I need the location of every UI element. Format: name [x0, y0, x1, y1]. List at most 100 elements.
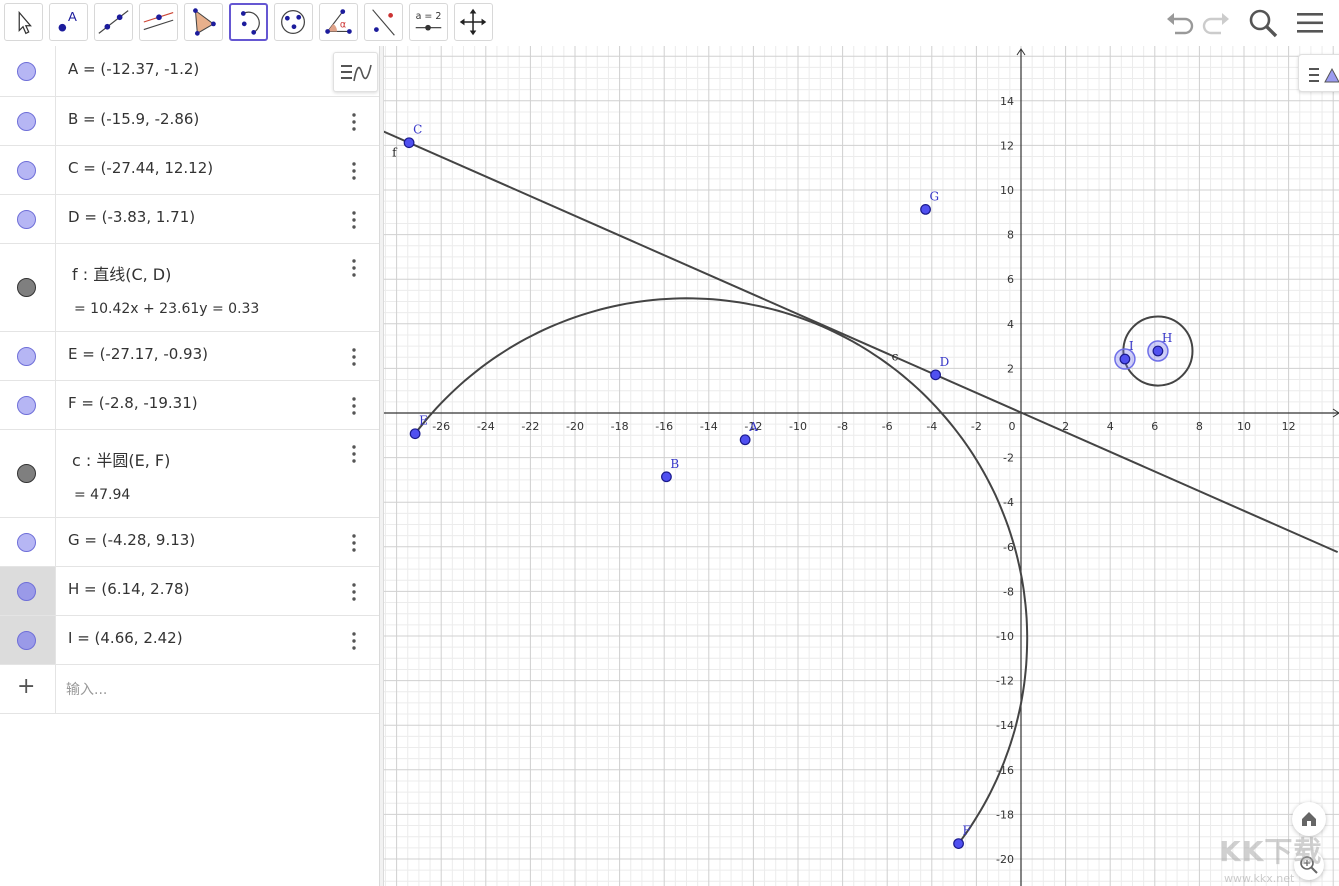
- arrow-cursor-icon: [18, 10, 32, 35]
- move-graphics-view-tool-button[interactable]: [454, 3, 493, 41]
- object-definition[interactable]: f : 直线(C, D): [72, 261, 171, 285]
- x-tick-label: -14: [700, 420, 718, 433]
- algebra-row-D[interactable]: D = (-3.83, 1.71): [0, 195, 379, 244]
- x-tick-label: -4: [926, 420, 937, 433]
- more-options-icon[interactable]: [346, 443, 362, 465]
- object-text[interactable]: A = (-12.37, -1.2): [68, 60, 199, 78]
- reflect-about-line-icon: [372, 9, 395, 36]
- y-tick-label: -12: [996, 675, 1014, 688]
- angle-icon: α: [325, 9, 352, 34]
- more-options-icon[interactable]: [346, 532, 362, 554]
- add-icon[interactable]: +: [17, 674, 35, 699]
- toolbar: A α a = 2: [0, 0, 1339, 46]
- algebra-row-C[interactable]: C = (-27.44, 12.12): [0, 146, 379, 195]
- point-tool-button[interactable]: A: [49, 3, 88, 41]
- more-options-icon[interactable]: [346, 209, 362, 231]
- circle-through-points-icon: [281, 10, 306, 34]
- undo-button[interactable]: [1162, 6, 1196, 40]
- object-text[interactable]: D = (-3.83, 1.71): [68, 208, 195, 226]
- y-tick-label: -18: [996, 808, 1014, 821]
- x-tick-label: -8: [837, 420, 848, 433]
- watermark-url: www.kkx.net: [1224, 872, 1295, 885]
- move-tool-button[interactable]: [4, 3, 43, 41]
- x-tick-label: 10: [1237, 420, 1251, 433]
- visibility-toggle[interactable]: [17, 396, 36, 415]
- point-C: [403, 137, 415, 149]
- perpendicular-line-tool-button[interactable]: [139, 3, 178, 41]
- search-button[interactable]: [1246, 6, 1280, 40]
- y-tick-label: -4: [1003, 496, 1014, 509]
- semicircle-tool-button[interactable]: [229, 3, 268, 41]
- y-tick-label: -8: [1003, 585, 1014, 598]
- algebra-row-f[interactable]: f : 直线(C, D) = 10.42x + 23.61y = 0.33: [0, 244, 379, 332]
- angle-tool-label: α: [340, 20, 346, 31]
- visibility-toggle[interactable]: [17, 347, 36, 366]
- object-text[interactable]: E = (-27.17, -0.93): [68, 345, 208, 363]
- slider-tool-button[interactable]: a = 2: [409, 3, 448, 41]
- angle-tool-button[interactable]: α: [319, 3, 358, 41]
- redo-button[interactable]: [1200, 6, 1234, 40]
- more-options-icon[interactable]: [346, 395, 362, 417]
- object-text[interactable]: I = (4.66, 2.42): [68, 629, 183, 647]
- object-text[interactable]: F = (-2.8, -19.31): [68, 394, 198, 412]
- algebra-row-A[interactable]: A = (-12.37, -1.2): [0, 46, 379, 97]
- visibility-toggle[interactable]: [17, 533, 36, 552]
- object-text[interactable]: C = (-27.44, 12.12): [68, 159, 213, 177]
- algebra-row-G[interactable]: G = (-4.28, 9.13): [0, 518, 379, 567]
- point-G: [920, 204, 931, 215]
- more-options-icon[interactable]: [346, 346, 362, 368]
- x-tick-label: -24: [477, 420, 495, 433]
- graphics-view[interactable]: -26 -24 -22 -20 -18 -16 -14 -12 -10 -8 -6 -4 -2 0 2 4 6 8…: [384, 46, 1339, 886]
- more-options-icon[interactable]: [346, 111, 362, 133]
- algebra-row-E[interactable]: E = (-27.17, -0.93): [0, 332, 379, 381]
- algebra-row-B[interactable]: B = (-15.9, -2.86): [0, 97, 379, 146]
- visibility-toggle[interactable]: [17, 631, 36, 650]
- algebra-row-I[interactable]: I = (4.66, 2.42): [0, 616, 379, 665]
- x-tick-label: -22: [521, 420, 539, 433]
- x-tick-label: 0: [1009, 420, 1016, 433]
- y-tick-label: 10: [1000, 184, 1014, 197]
- circle-tool-button[interactable]: [274, 3, 313, 41]
- visibility-toggle[interactable]: [17, 278, 36, 297]
- graphics-style-bar-toggle[interactable]: [1298, 54, 1339, 92]
- more-options-icon[interactable]: [346, 630, 362, 652]
- x-tick-label: -18: [611, 420, 629, 433]
- point-B: [661, 471, 672, 483]
- visibility-toggle[interactable]: [17, 582, 36, 601]
- x-tick-label: -10: [789, 420, 807, 433]
- object-value: = 47.94: [74, 487, 131, 503]
- visibility-toggle[interactable]: [17, 210, 36, 229]
- point-I: [1119, 353, 1131, 365]
- algebra-row-c[interactable]: c : 半圆(E, F) = 47.94: [0, 430, 379, 518]
- algebra-row-F[interactable]: F = (-2.8, -19.31): [0, 381, 379, 430]
- point-F-label: F: [963, 824, 971, 838]
- more-options-icon[interactable]: [346, 257, 362, 279]
- polygon-tool-button[interactable]: [184, 3, 223, 41]
- line-tool-button[interactable]: [94, 3, 133, 41]
- x-tick-label: -2: [971, 420, 982, 433]
- y-tick-label: 14: [1000, 95, 1014, 108]
- visibility-toggle[interactable]: [17, 112, 36, 131]
- algebra-row-H[interactable]: H = (6.14, 2.78): [0, 567, 379, 616]
- point-E-label: E: [419, 414, 428, 428]
- style-bar-icon: [341, 64, 372, 82]
- visibility-toggle[interactable]: [17, 62, 36, 81]
- redo-icon: [1202, 13, 1229, 35]
- algebra-input-row[interactable]: + 输入...: [0, 665, 379, 714]
- more-options-icon[interactable]: [346, 581, 362, 603]
- visibility-toggle[interactable]: [17, 161, 36, 180]
- algebra-style-bar-toggle[interactable]: [333, 52, 378, 92]
- algebra-input[interactable]: 输入...: [66, 679, 107, 699]
- more-options-icon[interactable]: [346, 160, 362, 182]
- object-text[interactable]: H = (6.14, 2.78): [68, 580, 189, 598]
- object-text[interactable]: G = (-4.28, 9.13): [68, 531, 195, 549]
- visibility-toggle[interactable]: [17, 464, 36, 483]
- object-text[interactable]: B = (-15.9, -2.86): [68, 110, 199, 128]
- object-definition[interactable]: c : 半圆(E, F): [72, 447, 170, 471]
- graphics-canvas[interactable]: -26 -24 -22 -20 -18 -16 -14 -12 -10 -8 -6 -4 -2 0 2 4 6 8…: [384, 46, 1339, 886]
- y-tick-label: 4: [1007, 318, 1014, 331]
- main-menu-button[interactable]: [1293, 6, 1327, 40]
- reflect-tool-button[interactable]: [364, 3, 403, 41]
- x-tick-label: -6: [882, 420, 893, 433]
- point-E: [409, 428, 421, 440]
